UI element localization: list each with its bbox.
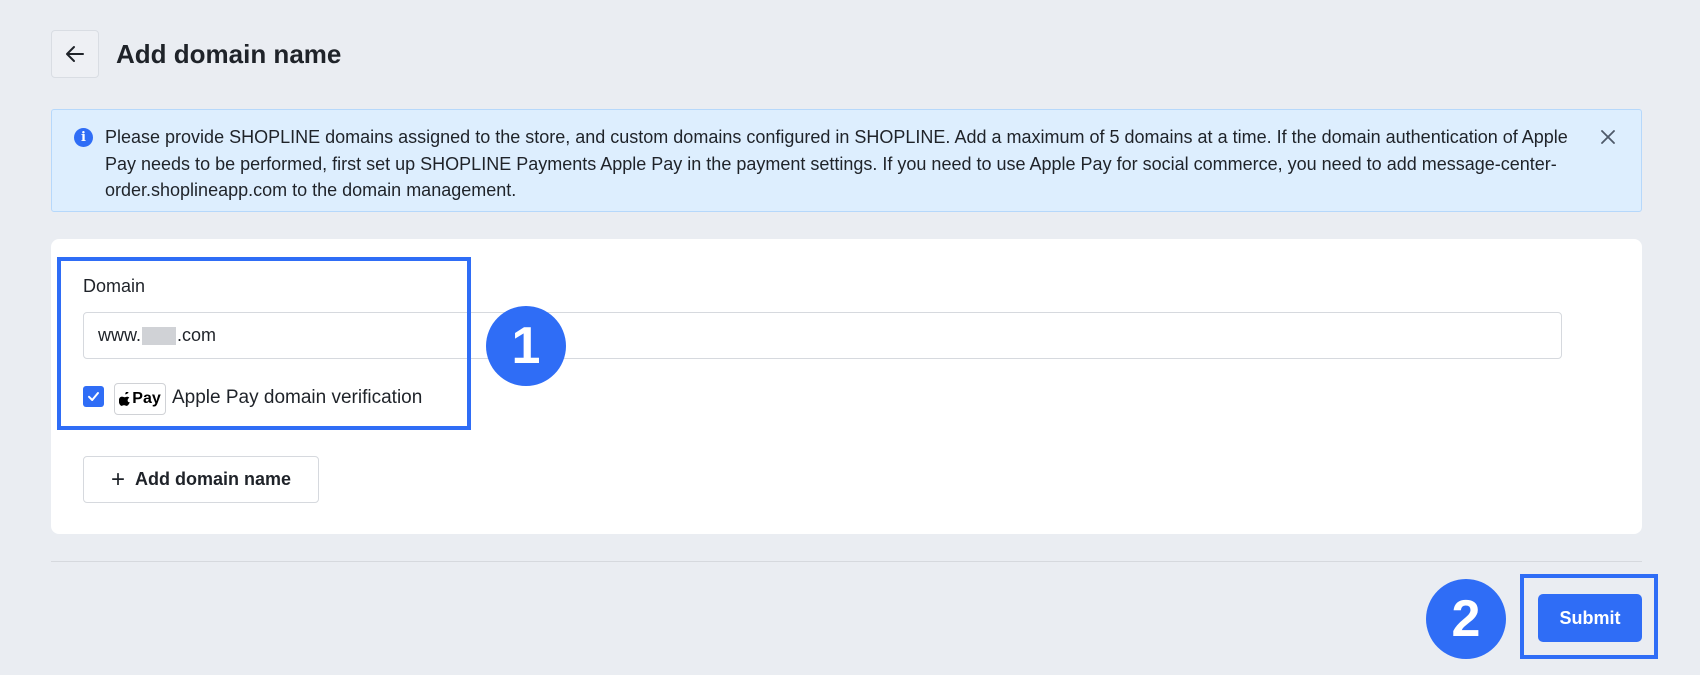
info-alert: i Please provide SHOPLINE domains assign… <box>51 109 1642 212</box>
highlight-box-domain <box>57 257 471 430</box>
page-header: Add domain name <box>51 30 341 78</box>
alert-close-button[interactable] <box>1597 126 1619 148</box>
footer-divider <box>51 561 1642 562</box>
alert-message: Please provide SHOPLINE domains assigned… <box>105 127 1568 200</box>
back-button[interactable] <box>51 30 99 78</box>
add-domain-button[interactable]: + Add domain name <box>83 456 319 503</box>
page-title: Add domain name <box>116 38 342 69</box>
plus-icon: + <box>110 465 125 493</box>
arrow-left-icon <box>66 46 84 62</box>
close-icon <box>1601 130 1615 144</box>
step-marker-1: 1 <box>486 306 566 386</box>
info-icon: i <box>74 128 93 147</box>
submit-button[interactable]: Submit <box>1538 594 1642 642</box>
step-marker-2: 2 <box>1426 579 1506 659</box>
add-domain-label: Add domain name <box>135 469 292 489</box>
